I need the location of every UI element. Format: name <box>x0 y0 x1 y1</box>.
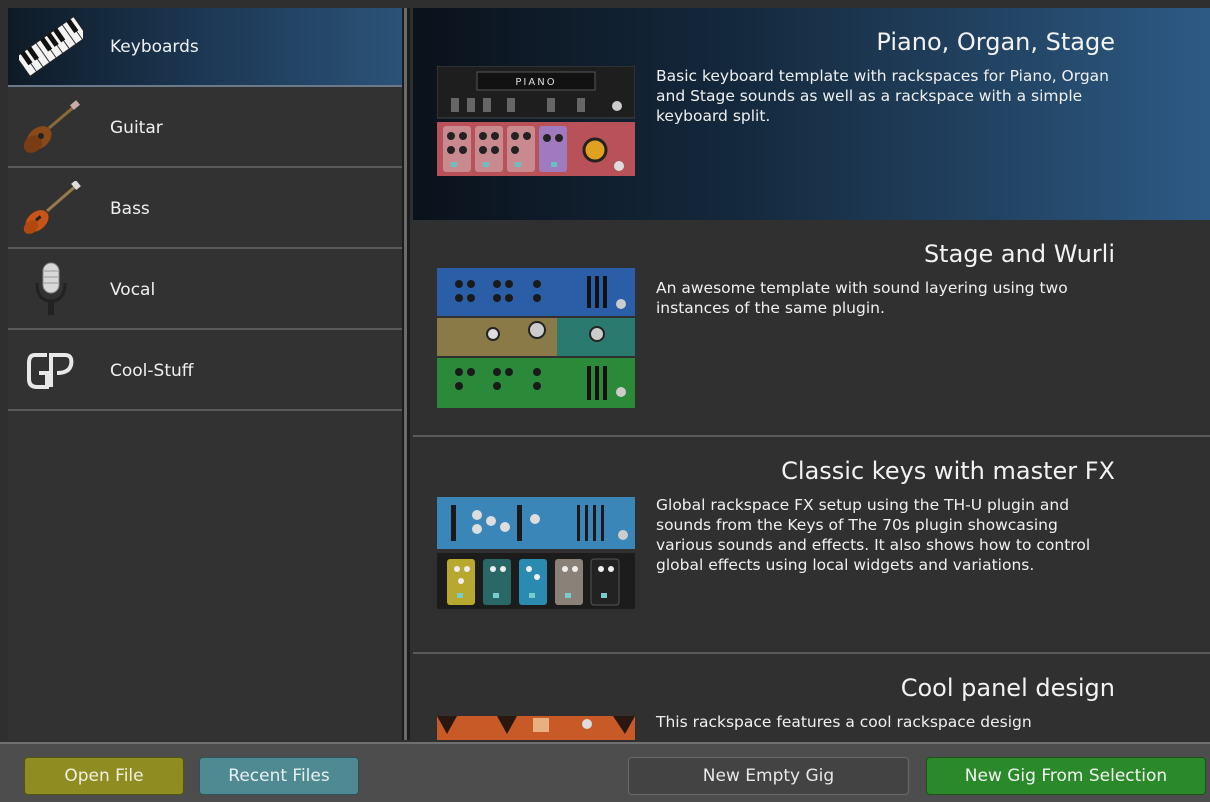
template-item-stage-and-wurli[interactable]: Stage and Wurli An awesome template with… <box>413 220 1210 437</box>
thumbnail-title-text: PIANO <box>515 77 556 88</box>
template-title: Piano, Organ, Stage <box>876 28 1115 56</box>
category-sidebar: Keyboards Guitar Bass Vocal Cool-Stuff <box>8 8 402 740</box>
category-keyboards[interactable]: Keyboards <box>8 8 402 87</box>
template-thumbnail <box>437 497 635 609</box>
template-list: Piano, Organ, Stage Basic keyboard templ… <box>413 8 1210 740</box>
new-empty-gig-button[interactable]: New Empty Gig <box>628 757 909 795</box>
template-thumbnail: PIANO <box>436 65 636 176</box>
recent-files-button[interactable]: Recent Files <box>199 757 359 795</box>
category-vocal[interactable]: Vocal <box>8 251 402 330</box>
new-gig-from-selection-button[interactable]: New Gig From Selection <box>926 757 1206 795</box>
template-item-cool-panel-design[interactable]: Cool panel design This rackspace feature… <box>413 654 1210 740</box>
keyboard-icon <box>18 16 84 78</box>
category-label: Guitar <box>110 117 163 138</box>
template-item-piano-organ-stage[interactable]: Piano, Organ, Stage Basic keyboard templ… <box>413 8 1210 220</box>
category-label: Vocal <box>110 279 156 300</box>
template-description: An awesome template with sound layering … <box>656 279 1068 317</box>
template-description: Basic keyboard template with rackspaces … <box>656 67 1110 125</box>
category-cool-stuff[interactable]: Cool-Stuff <box>8 332 402 411</box>
bottom-toolbar: Open File Recent Files New Empty Gig New… <box>0 742 1210 802</box>
template-description: This rackspace features a cool rackspace… <box>656 713 1032 731</box>
gig-template-browser: Keyboards Guitar Bass Vocal Cool-Stuff P… <box>0 0 1210 802</box>
gp-logo-icon <box>18 340 84 402</box>
category-label: Cool-Stuff <box>110 360 194 381</box>
template-description: Global rackspace FX setup using the TH-U… <box>656 496 1091 574</box>
template-title: Cool panel design <box>900 674 1115 702</box>
template-item-classic-keys-master-fx[interactable]: Classic keys with master FX Global racks… <box>413 437 1210 654</box>
template-title: Classic keys with master FX <box>781 457 1115 485</box>
category-label: Keyboards <box>110 36 199 57</box>
template-title: Stage and Wurli <box>923 240 1115 268</box>
guitar-icon <box>18 97 84 159</box>
template-thumbnail <box>437 716 635 740</box>
category-guitar[interactable]: Guitar <box>8 89 402 168</box>
bass-guitar-icon <box>18 178 84 240</box>
category-bass[interactable]: Bass <box>8 170 402 249</box>
panel-splitter[interactable] <box>402 8 410 740</box>
template-thumbnail <box>437 268 635 408</box>
open-file-button[interactable]: Open File <box>24 757 184 795</box>
category-label: Bass <box>110 198 150 219</box>
microphone-icon <box>18 259 84 321</box>
